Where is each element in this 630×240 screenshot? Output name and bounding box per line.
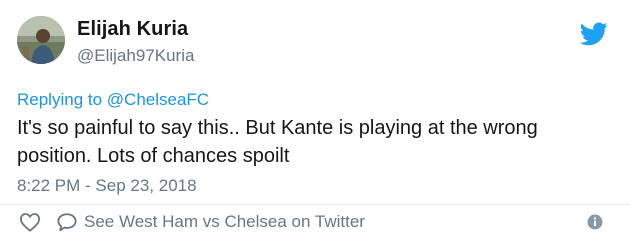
- author-handle[interactable]: @Elijah97Kuria: [77, 46, 194, 66]
- tweet-text-line: position. Lots of chances spoilt: [17, 145, 290, 167]
- avatar[interactable]: [17, 16, 65, 64]
- info-icon[interactable]: [587, 214, 603, 230]
- heart-icon[interactable]: [19, 212, 41, 232]
- reply-context: Replying to @ChelseaFC: [17, 90, 209, 110]
- speech-bubble-icon[interactable]: [56, 212, 78, 232]
- twitter-bird-icon[interactable]: [580, 22, 608, 46]
- tweet-text: It's so painful to say this.. But Kante …: [17, 114, 617, 170]
- divider: [0, 204, 630, 205]
- tweet-text-line: It's so painful to say this.. But Kante …: [17, 117, 538, 139]
- tweet-timestamp[interactable]: 8:22 PM - Sep 23, 2018: [17, 176, 197, 196]
- author-display-name[interactable]: Elijah Kuria: [77, 18, 188, 41]
- reply-prefix: Replying to: [17, 90, 103, 109]
- conversation-link[interactable]: See West Ham vs Chelsea on Twitter: [84, 212, 365, 232]
- user-avatar-image: [17, 16, 65, 64]
- embedded-tweet: Elijah Kuria @Elijah97Kuria Replying to …: [0, 0, 630, 240]
- reply-mention-link[interactable]: @ChelseaFC: [107, 90, 209, 109]
